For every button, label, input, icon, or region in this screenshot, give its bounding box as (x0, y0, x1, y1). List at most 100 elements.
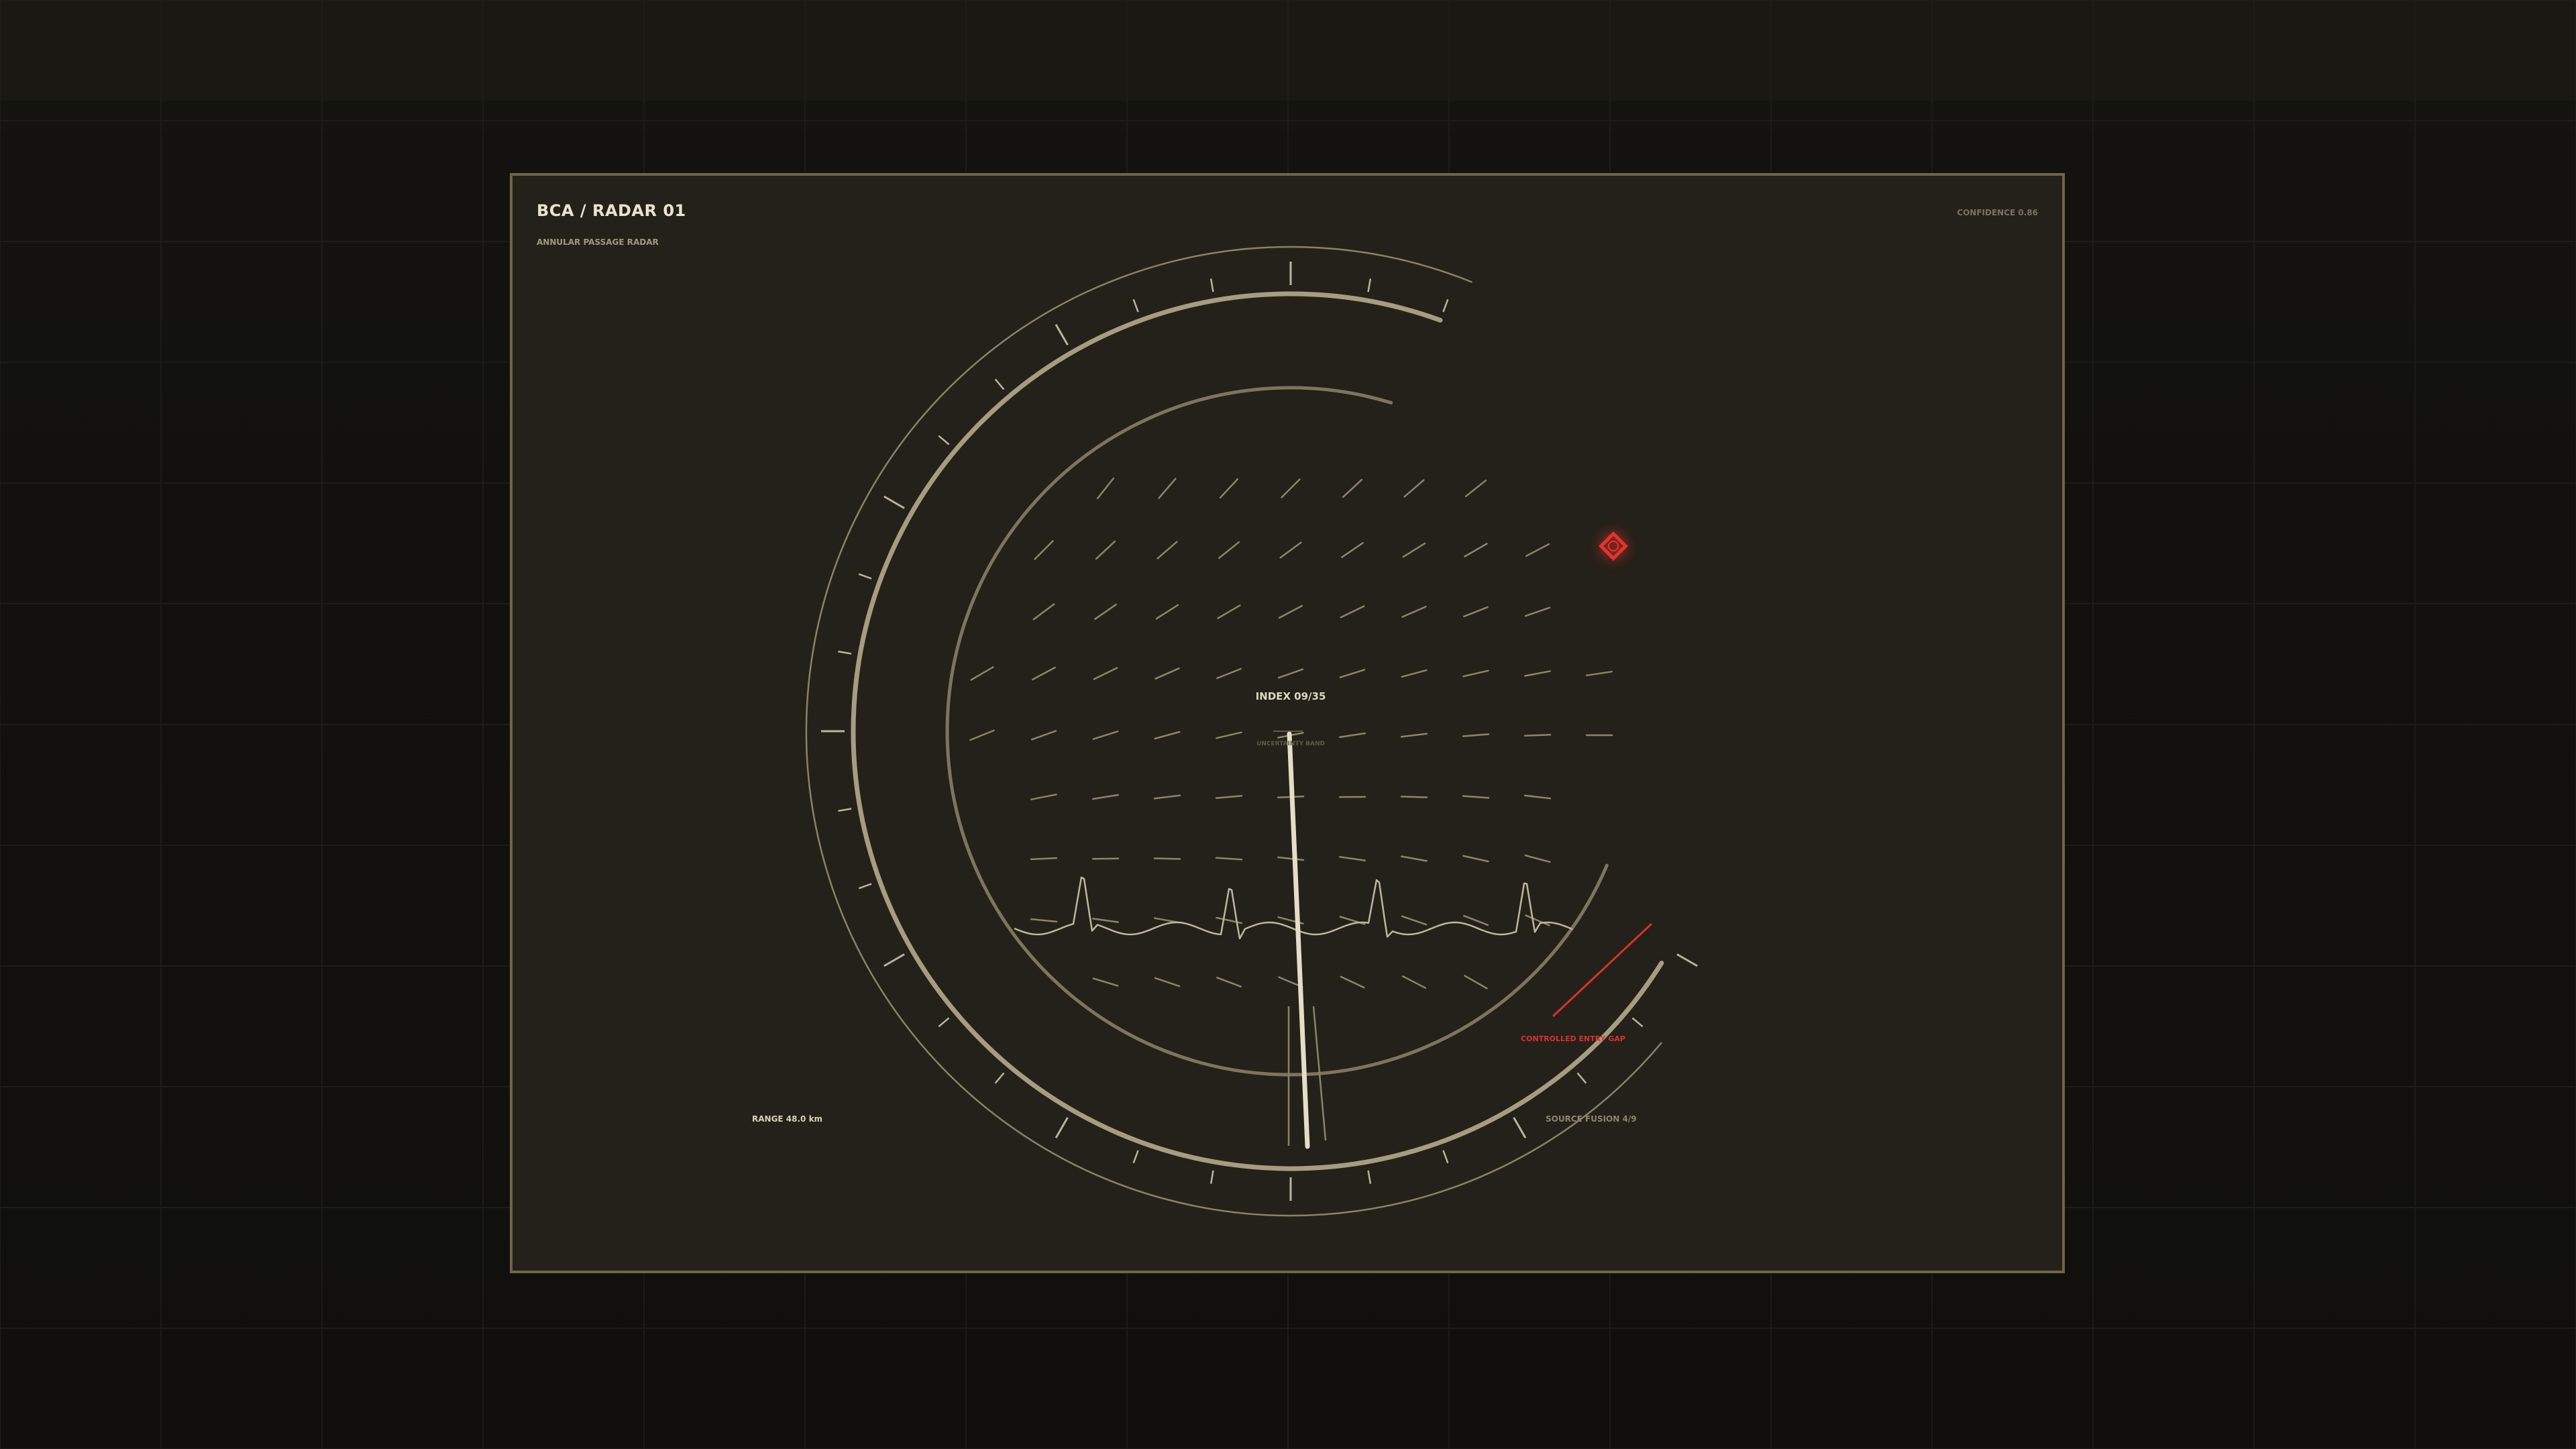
flow-vector (1341, 542, 1364, 558)
index-label: INDEX 09/35 (1256, 690, 1326, 702)
bearing-tick (1055, 324, 1069, 345)
flow-vector (1219, 478, 1239, 499)
flow-vector (1091, 794, 1120, 800)
bearing-tick (883, 953, 905, 967)
flow-vector (1094, 603, 1117, 621)
flow-vector (1462, 855, 1489, 863)
index-needle[interactable] (1287, 731, 1310, 1149)
flow-vector (1400, 796, 1428, 798)
flow-vector (1154, 731, 1181, 740)
target-diamond-icon[interactable] (1599, 531, 1628, 561)
flow-vector (1092, 977, 1119, 987)
bearing-tick (838, 808, 852, 812)
flow-vector (1339, 669, 1366, 678)
flow-vector (1158, 478, 1177, 499)
flow-vector (1030, 918, 1058, 923)
flow-vector (1278, 604, 1303, 619)
flow-vector (1401, 975, 1427, 989)
target-core (1608, 541, 1619, 551)
bearing-tick (1367, 1170, 1372, 1184)
bearing-tick (883, 495, 905, 509)
bearing-tick (1210, 278, 1214, 292)
radar-display[interactable]: INDEX 09/35 UNCERTAINTY BAND RANGE 48.0 … (513, 176, 2062, 1271)
flow-vector (1462, 795, 1490, 799)
bearing-tick (938, 435, 950, 445)
flow-vector (1464, 543, 1488, 557)
flow-vector (1524, 854, 1551, 863)
radar-panel: BCA / RADAR 01 ANNULAR PASSAGE RADAR CON… (510, 173, 2065, 1273)
flow-vector (1155, 604, 1179, 620)
bearing-tick (1055, 1117, 1069, 1138)
flow-vector (1340, 605, 1365, 619)
uncertainty-label: UNCERTAINTY BAND (1256, 741, 1325, 747)
flow-vector (1338, 856, 1366, 861)
flow-vector (1277, 856, 1305, 861)
bearing-tick (1132, 1150, 1139, 1164)
flow-vector (1464, 975, 1488, 989)
flow-vector (1216, 977, 1242, 987)
flow-vector (1091, 918, 1120, 923)
outer-tick-marks (821, 262, 1698, 1201)
flow-vector (1281, 478, 1301, 498)
flow-vector (1524, 670, 1551, 677)
bearing-tick (1576, 1072, 1587, 1084)
flow-vector (1032, 603, 1055, 621)
flow-vector (1215, 795, 1243, 799)
flow-vector (969, 729, 995, 741)
flow-vector (1338, 732, 1366, 739)
flow-vector (1525, 543, 1550, 557)
flow-vector (970, 666, 994, 681)
flow-vector (1034, 540, 1054, 560)
bearing-tick (1442, 299, 1449, 313)
flow-vector (1032, 666, 1056, 681)
flow-vector (1401, 606, 1427, 618)
flow-vector (1215, 857, 1243, 861)
flow-vector (1462, 669, 1489, 678)
bearing-tick (858, 573, 872, 580)
bearing-tick (838, 650, 852, 655)
flow-vector (1463, 914, 1489, 926)
flow-vector (1403, 479, 1425, 498)
flow-vector (1342, 478, 1363, 498)
flow-vector (1401, 855, 1428, 862)
flow-vector (1463, 606, 1489, 618)
flow-vector (1464, 479, 1487, 498)
flow-vector (1401, 669, 1428, 678)
flow-vector (1092, 731, 1119, 740)
flow-vector (1462, 733, 1490, 737)
flow-vector (1157, 541, 1178, 559)
bearing-tick (994, 378, 1005, 390)
flow-vector (1585, 670, 1613, 677)
flow-vector (1279, 541, 1302, 559)
app-stage: BCA / RADAR 01 ANNULAR PASSAGE RADAR CON… (0, 0, 2576, 1449)
bearing-tick (1132, 299, 1139, 313)
flow-vector (1402, 542, 1426, 558)
flow-vector (1277, 668, 1304, 679)
bearing-tick (1513, 1117, 1527, 1138)
bearing-tick (1367, 278, 1372, 292)
flow-vector (1218, 541, 1240, 559)
bearing-tick (1631, 1017, 1644, 1028)
alert-label: CONTROLLED ENTRY GAP (1521, 1034, 1625, 1043)
flow-vector (1155, 667, 1180, 680)
flow-vector (1401, 915, 1428, 926)
flow-vector (1216, 667, 1242, 680)
flow-vector (1093, 667, 1118, 680)
flow-vector (1030, 857, 1058, 861)
flow-vector (1030, 794, 1057, 800)
flow-vector (1523, 794, 1552, 800)
bearing-tick (938, 1017, 950, 1028)
bearing-tick (1676, 953, 1698, 967)
flow-vector (1096, 477, 1115, 500)
flow-vector (1217, 604, 1241, 619)
flow-vector (1524, 606, 1551, 617)
bearing-tick (1442, 1150, 1449, 1164)
bearing-tick (1210, 1170, 1214, 1184)
flow-vector (1216, 731, 1242, 739)
flow-vector (1095, 540, 1116, 560)
flow-vector (1030, 730, 1057, 741)
signal-waveform (1014, 876, 1573, 940)
flow-vector (1153, 794, 1181, 800)
flow-vector (1400, 733, 1428, 738)
flow-vector (1525, 914, 1550, 926)
